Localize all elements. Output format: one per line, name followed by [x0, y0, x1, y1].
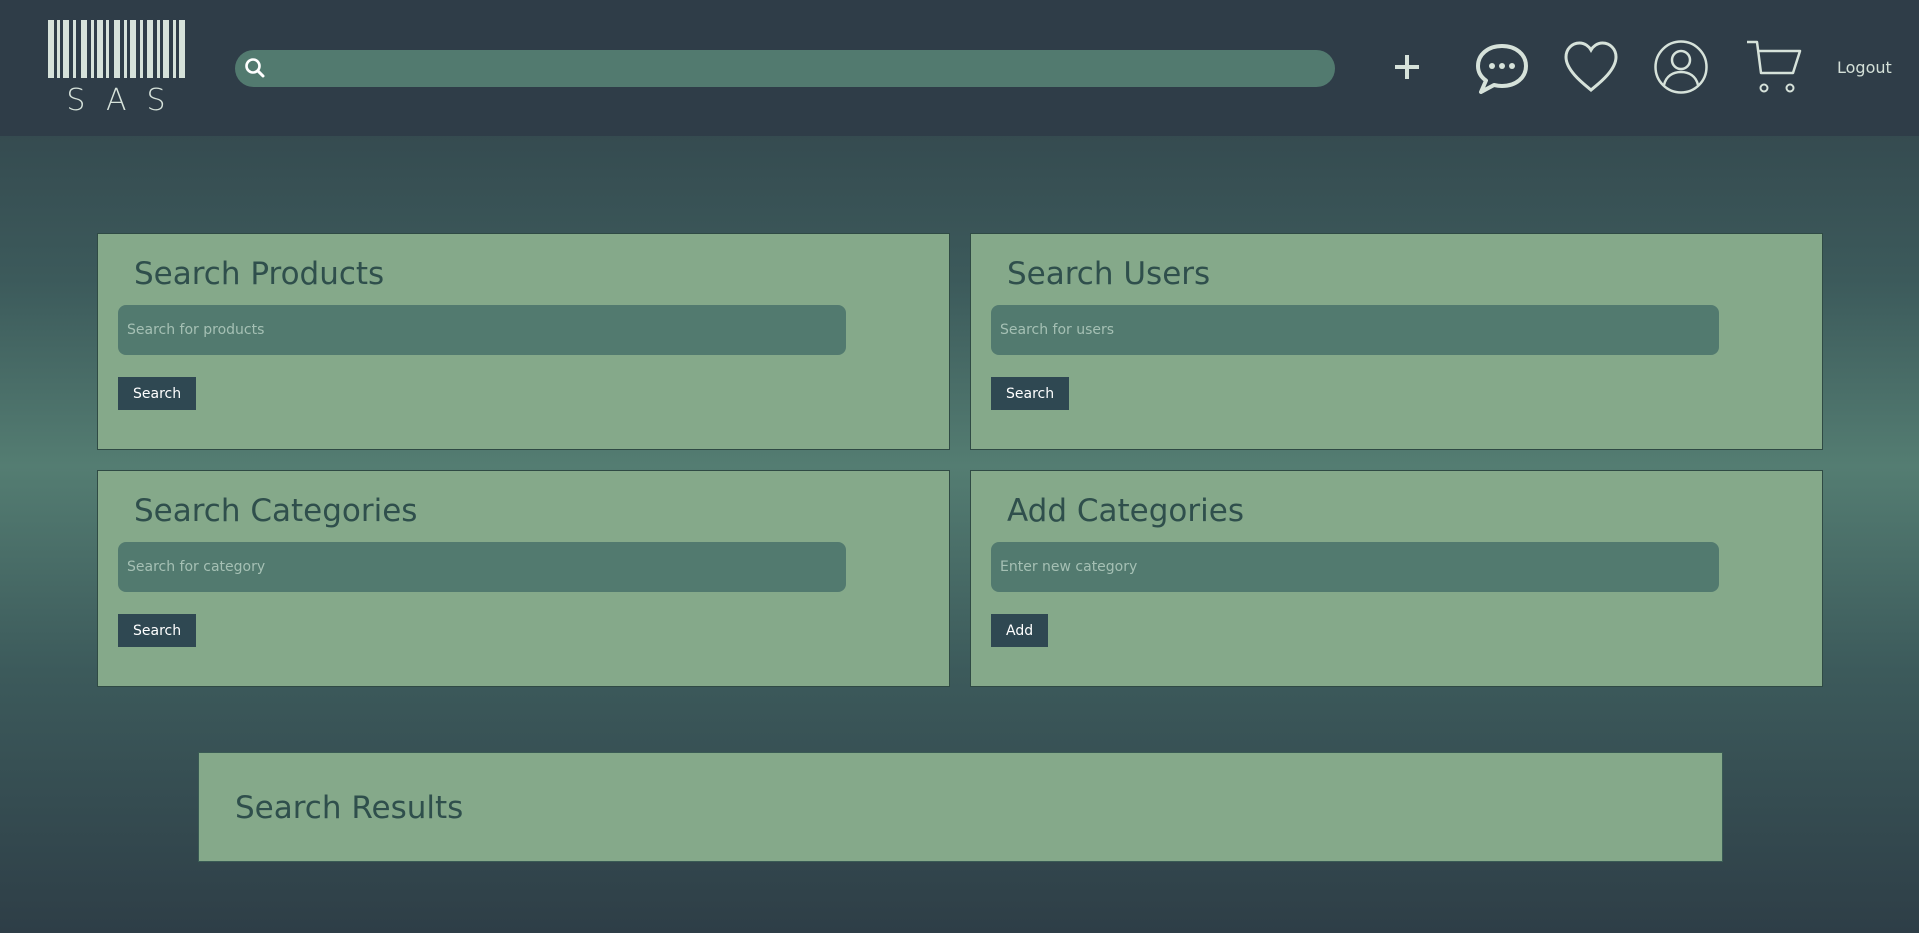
panel-title: Search Products	[134, 256, 385, 292]
plus-icon[interactable]	[1390, 50, 1424, 84]
heart-icon[interactable]	[1562, 40, 1620, 94]
panel-title: Add Categories	[1007, 493, 1244, 529]
search-categories-panel: Search Categories Search	[97, 470, 950, 687]
search-categories-button[interactable]: Search	[118, 614, 197, 647]
results-title: Search Results	[235, 790, 464, 826]
add-categories-panel: Add Categories Add	[970, 470, 1823, 687]
new-category-input[interactable]	[991, 542, 1719, 592]
logo-text: SAS	[66, 83, 186, 118]
user-search-input[interactable]	[991, 305, 1719, 355]
panel-title: Search Categories	[134, 493, 418, 529]
search-products-button[interactable]: Search	[118, 377, 197, 410]
search-users-panel: Search Users Search	[970, 233, 1823, 450]
search-icon	[245, 58, 265, 78]
top-navigation-bar: SAS Logout	[0, 0, 1919, 136]
product-search-input[interactable]	[118, 305, 846, 355]
site-logo[interactable]: SAS	[48, 20, 186, 118]
search-users-button[interactable]: Search	[991, 377, 1070, 410]
chat-icon[interactable]	[1473, 42, 1531, 96]
panel-title: Search Users	[1007, 256, 1211, 292]
category-search-input[interactable]	[118, 542, 846, 592]
barcode-logo-icon	[48, 20, 185, 78]
global-search-input[interactable]	[273, 50, 1327, 89]
add-category-button[interactable]: Add	[991, 614, 1049, 647]
user-icon[interactable]	[1653, 38, 1709, 96]
logout-link[interactable]: Logout	[1837, 58, 1892, 77]
cart-icon[interactable]	[1745, 38, 1803, 96]
search-results-panel: Search Results	[198, 752, 1723, 862]
search-products-panel: Search Products Search	[97, 233, 950, 450]
global-search-bar[interactable]	[235, 50, 1335, 89]
